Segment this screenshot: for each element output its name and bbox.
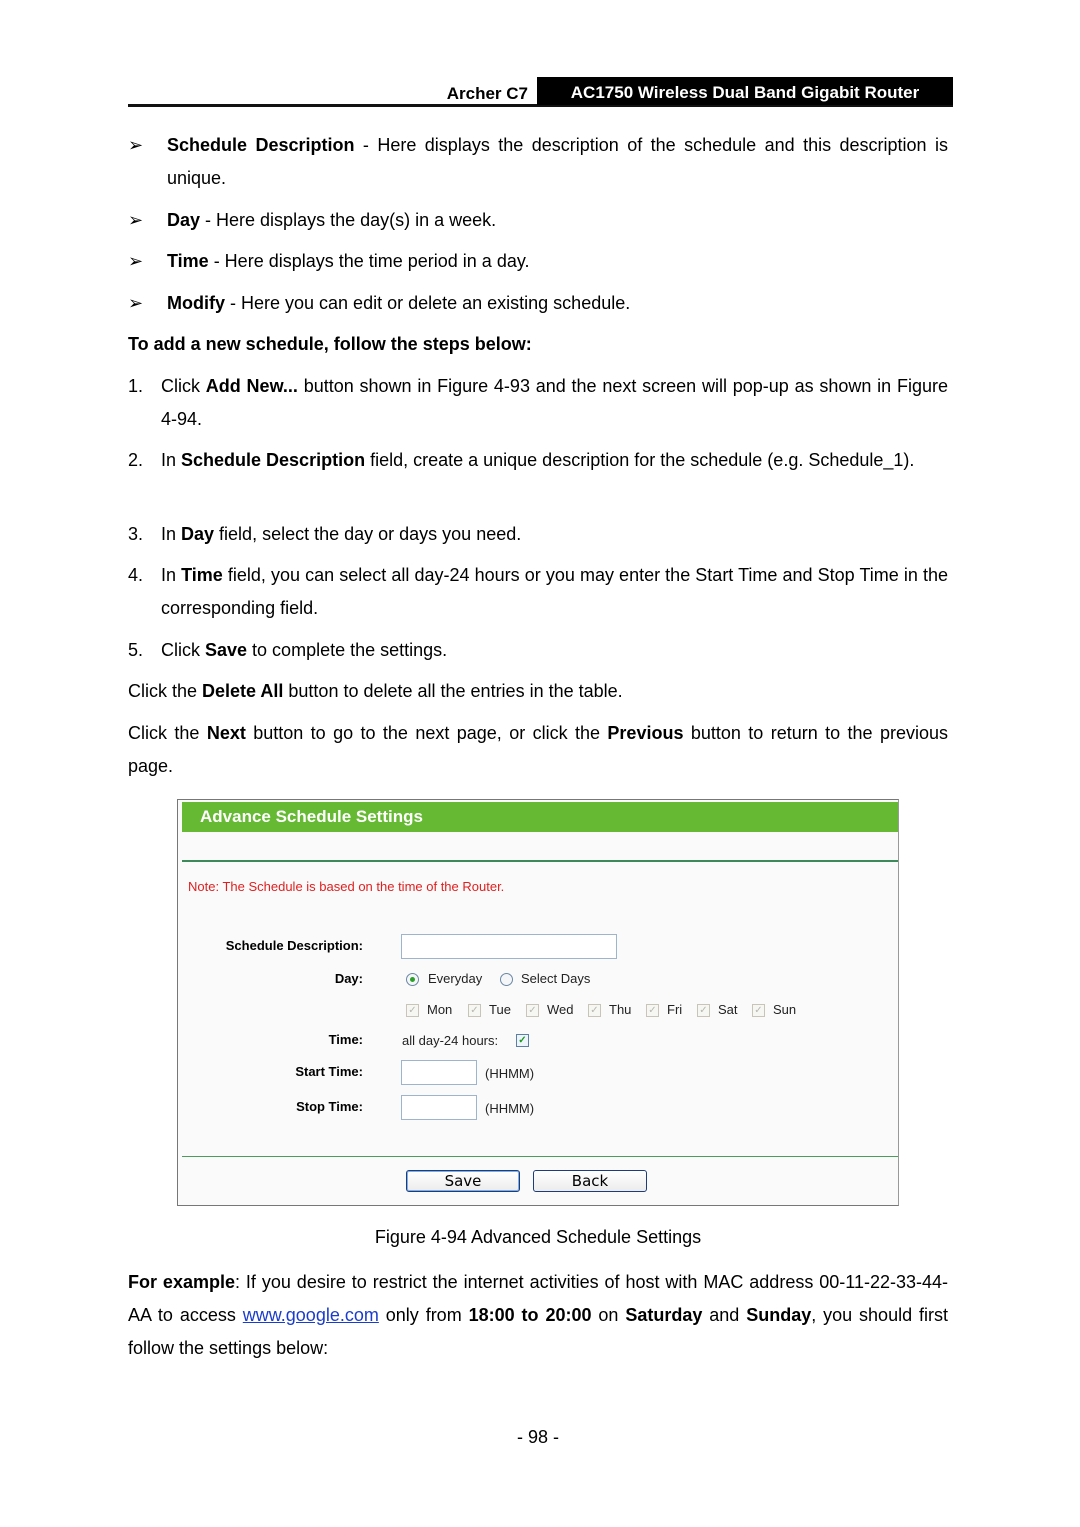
tue-checkbox[interactable]: ✓	[468, 1004, 481, 1017]
save-button[interactable]: Save	[406, 1170, 520, 1192]
sat-checkbox[interactable]: ✓	[697, 1004, 710, 1017]
sat-label: Sat	[718, 1002, 738, 1017]
page-number: - 98 -	[516, 1427, 559, 1447]
all-day-label: all day-24 hours:	[402, 1033, 499, 1048]
divider	[182, 860, 898, 862]
tue-label: Tue	[489, 1002, 511, 1017]
day-label: Day:	[334, 971, 363, 986]
figure-caption: Figure 4-94 Advanced Schedule Settings	[374, 1227, 702, 1247]
model-name: Archer C7	[446, 84, 528, 103]
divider	[182, 1156, 898, 1157]
all-day-checkbox[interactable]: ✓	[516, 1034, 529, 1047]
page-header: Archer C7 AC1750 Wireless Dual Band Giga…	[128, 77, 953, 107]
everyday-radio[interactable]	[406, 973, 419, 986]
schedule-description-input[interactable]	[401, 934, 617, 959]
fri-label: Fri	[667, 1002, 683, 1017]
start-time-label: Start Time:	[295, 1064, 363, 1079]
schedule-description-label: Schedule Description:	[225, 938, 363, 953]
google-link[interactable]: www.google.com	[243, 1305, 379, 1325]
select-days-label: Select Days	[521, 971, 591, 986]
router-time-note: Note: The Schedule is based on the time …	[188, 879, 505, 894]
term: Day	[167, 210, 201, 230]
term: Time	[167, 251, 209, 271]
thu-checkbox[interactable]: ✓	[588, 1004, 601, 1017]
stop-time-label: Stop Time:	[296, 1099, 363, 1114]
product-name: AC1750 Wireless Dual Band Gigabit Router	[537, 77, 953, 105]
example-paragraph: For example: If you desire to restrict t…	[128, 1272, 949, 1358]
wed-checkbox[interactable]: ✓	[526, 1004, 539, 1017]
advance-schedule-settings-screenshot: Advance Schedule Settings Note: The Sche…	[177, 799, 899, 1206]
arrow-bullet-icon: ➢	[128, 251, 144, 271]
select-days-radio[interactable]	[500, 973, 513, 986]
start-time-format-hint: (HHMM)	[485, 1066, 535, 1081]
stop-time-format-hint: (HHMM)	[485, 1101, 535, 1116]
bullet-schedule-description: ➢ Schedule Description - Here displays t…	[128, 129, 948, 195]
navigation-paragraph: Click the Next button to go to the next …	[128, 723, 949, 776]
stop-time-input[interactable]	[401, 1095, 477, 1120]
arrow-bullet-icon: ➢	[128, 293, 144, 313]
panel-title: Advance Schedule Settings	[182, 802, 898, 832]
sun-checkbox[interactable]: ✓	[752, 1004, 765, 1017]
thu-label: Thu	[609, 1002, 632, 1017]
wed-label: Wed	[547, 1002, 574, 1017]
time-label: Time:	[328, 1032, 363, 1047]
sun-label: Sun	[773, 1002, 797, 1017]
everyday-label: Everyday	[428, 971, 483, 986]
mon-checkbox[interactable]: ✓	[406, 1004, 419, 1017]
fri-checkbox[interactable]: ✓	[646, 1004, 659, 1017]
steps-heading: To add a new schedule, follow the steps …	[128, 334, 532, 354]
start-time-input[interactable]	[401, 1060, 477, 1085]
delete-all-paragraph: Click the Delete All button to delete al…	[128, 681, 623, 701]
term: Schedule Description	[167, 135, 355, 155]
back-button[interactable]: Back	[533, 1170, 647, 1192]
arrow-bullet-icon: ➢	[128, 135, 144, 155]
term: Modify	[167, 293, 225, 313]
arrow-bullet-icon: ➢	[128, 210, 144, 230]
mon-label: Mon	[427, 1002, 453, 1017]
